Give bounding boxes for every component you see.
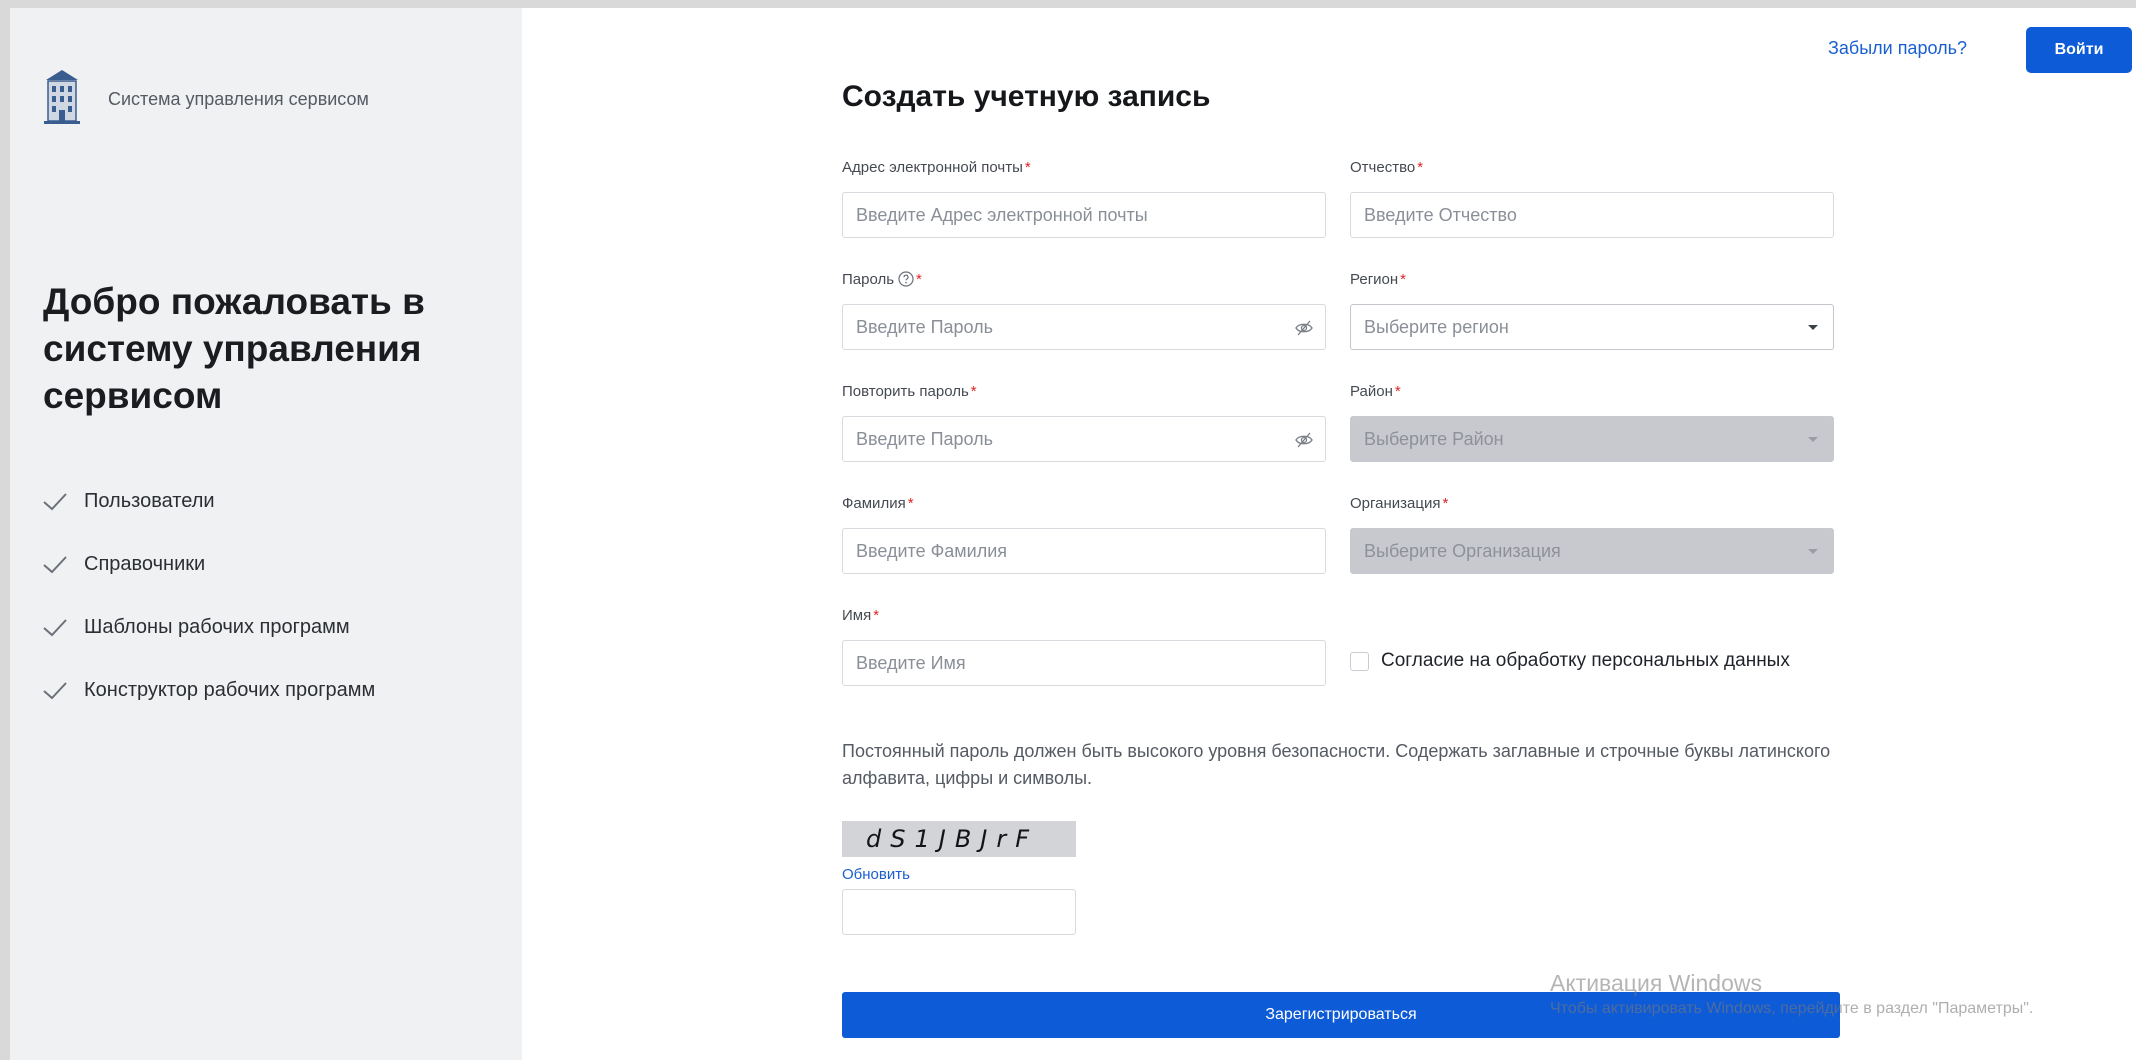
required-mark: * xyxy=(873,606,880,624)
organization-label: Организация * xyxy=(1350,492,1834,514)
check-icon xyxy=(43,681,67,699)
welcome-panel: Система управления сервисом Добро пожало… xyxy=(10,8,522,1060)
eye-off-icon[interactable] xyxy=(1295,431,1313,449)
feature-item: Пользователи xyxy=(42,470,375,533)
consent-checkbox[interactable]: Согласие на обработку персональных данны… xyxy=(1350,650,1790,672)
required-mark: * xyxy=(1394,382,1401,400)
organization-field-group: Организация * Выберите Организация xyxy=(1350,492,1834,574)
surname-field-group: Фамилия * Введите Фамилия xyxy=(842,492,1326,574)
captcha-image: dS1JBJrF xyxy=(842,821,1076,857)
brand: Система управления сервисом xyxy=(42,68,369,131)
name-placeholder: Введите Имя xyxy=(856,652,966,673)
repeat-password-field-group: Повторить пароль * Введите Пароль xyxy=(842,380,1326,462)
captcha-input[interactable] xyxy=(842,889,1076,935)
surname-label: Фамилия * xyxy=(842,492,1326,514)
chevron-down-icon xyxy=(1808,549,1818,554)
feature-item: Шаблоны рабочих программ xyxy=(42,596,375,659)
form-title: Создать учетную запись xyxy=(842,80,1211,113)
email-label: Адрес электронной почты * xyxy=(842,156,1326,178)
email-placeholder: Введите Адрес электронной почты xyxy=(856,204,1148,225)
password-label-text: Пароль xyxy=(842,270,895,288)
eye-off-icon[interactable] xyxy=(1295,319,1313,337)
login-button[interactable]: Войти xyxy=(2026,27,2132,73)
organization-select[interactable]: Выберите Организация xyxy=(1350,528,1834,574)
patronymic-input[interactable]: Введите Отчество xyxy=(1350,192,1834,238)
chevron-down-icon xyxy=(1808,325,1818,330)
region-label-text: Регион xyxy=(1350,270,1399,288)
feature-list: Пользователи Справочники Шаблоны рабочих… xyxy=(42,470,375,722)
feature-label: Шаблоны рабочих программ xyxy=(84,616,350,638)
password-input[interactable]: Введите Пароль xyxy=(842,304,1326,350)
email-label-text: Адрес электронной почты xyxy=(842,158,1023,176)
password-label: Пароль * xyxy=(842,268,1326,290)
surname-label-text: Фамилия xyxy=(842,494,906,512)
organization-placeholder: Выберите Организация xyxy=(1364,540,1561,561)
welcome-title: Добро пожаловать в систему управления се… xyxy=(43,281,425,416)
required-mark: * xyxy=(1442,494,1449,512)
consent-label: Согласие на обработку персональных данны… xyxy=(1381,650,1790,671)
surname-input[interactable]: Введите Фамилия xyxy=(842,528,1326,574)
patronymic-field-group: Отчество * Введите Отчество xyxy=(1350,156,1834,238)
district-select[interactable]: Выберите Район xyxy=(1350,416,1834,462)
check-icon xyxy=(43,555,67,573)
feature-item: Справочники xyxy=(42,533,375,596)
email-field-group: Адрес электронной почты * Введите Адрес э… xyxy=(842,156,1326,238)
district-placeholder: Выберите Район xyxy=(1364,428,1504,449)
required-mark: * xyxy=(907,494,914,512)
feature-item: Конструктор рабочих программ xyxy=(42,659,375,722)
check-icon xyxy=(43,492,67,510)
name-label-text: Имя xyxy=(842,606,872,624)
required-mark: * xyxy=(1400,270,1407,288)
repeat-password-input[interactable]: Введите Пароль xyxy=(842,416,1326,462)
repeat-password-label-text: Повторить пароль xyxy=(842,382,969,400)
chevron-down-icon xyxy=(1808,437,1818,442)
captcha-refresh-link[interactable]: Обновить xyxy=(842,866,910,883)
name-label: Имя * xyxy=(842,604,1326,626)
district-field-group: Район * Выберите Район xyxy=(1350,380,1834,462)
region-field-group: Регион * Выберите регион xyxy=(1350,268,1834,350)
building-icon xyxy=(42,68,82,131)
required-mark: * xyxy=(970,382,977,400)
brand-name: Система управления сервисом xyxy=(108,89,369,109)
password-placeholder: Введите Пароль xyxy=(856,316,994,337)
name-field-group: Имя * Введите Имя xyxy=(842,604,1326,686)
password-policy-text: Постоянный пароль должен быть высокого у… xyxy=(842,741,1831,788)
patronymic-label: Отчество * xyxy=(1350,156,1834,178)
name-input[interactable]: Введите Имя xyxy=(842,640,1326,686)
windows-activation-subtitle: Чтобы активировать Windows, перейдите в … xyxy=(1550,1000,2034,1017)
windows-activation-title: Активация Windows xyxy=(1550,970,1762,996)
patronymic-placeholder: Введите Отчество xyxy=(1364,204,1517,225)
help-icon[interactable] xyxy=(898,271,914,287)
required-mark: * xyxy=(1024,158,1031,176)
checkbox-box[interactable] xyxy=(1350,651,1369,671)
feature-label: Конструктор рабочих программ xyxy=(84,679,376,701)
email-input[interactable]: Введите Адрес электронной почты xyxy=(842,192,1326,238)
app-window: Система управления сервисом Добро пожало… xyxy=(10,8,2136,1060)
region-label: Регион * xyxy=(1350,268,1834,290)
surname-placeholder: Введите Фамилия xyxy=(856,540,1008,561)
repeat-password-placeholder: Введите Пароль xyxy=(856,428,994,449)
repeat-password-label: Повторить пароль * xyxy=(842,380,1326,402)
district-label: Район * xyxy=(1350,380,1834,402)
district-label-text: Район xyxy=(1350,382,1393,400)
check-icon xyxy=(43,618,67,636)
required-mark: * xyxy=(916,270,922,288)
region-select[interactable]: Выберите регион xyxy=(1350,304,1834,350)
required-mark: * xyxy=(1417,158,1424,176)
feature-label: Пользователи xyxy=(84,490,215,512)
forgot-password-link[interactable]: Забыли пароль? xyxy=(1828,38,1967,59)
region-placeholder: Выберите регион xyxy=(1364,316,1509,337)
organization-label-text: Организация xyxy=(1350,494,1441,512)
patronymic-label-text: Отчество xyxy=(1350,158,1416,176)
password-field-group: Пароль * Введите Пароль xyxy=(842,268,1326,350)
feature-label: Справочники xyxy=(84,553,206,575)
